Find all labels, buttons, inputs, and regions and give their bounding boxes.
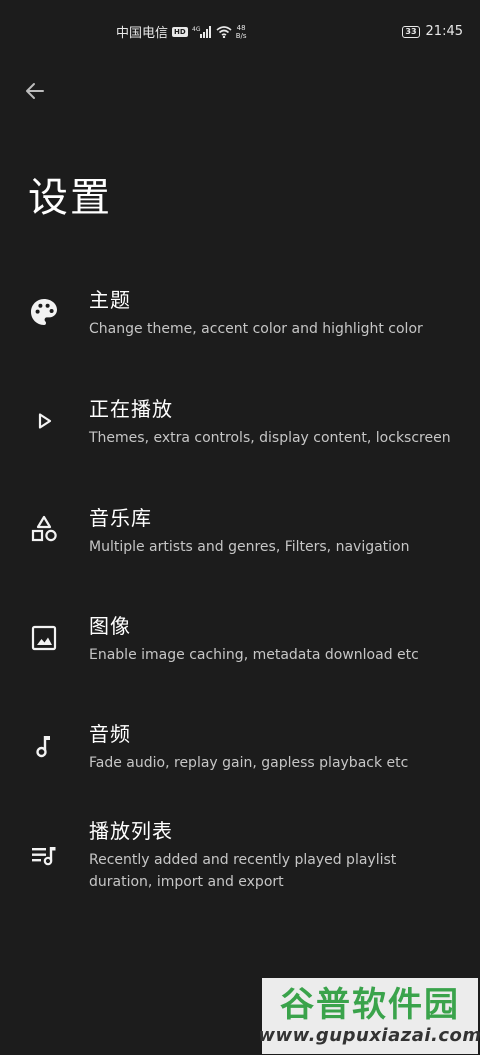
- watermark: 谷普软件园 www.gupuxiazai.com: [258, 978, 480, 1054]
- signal-label: 4G: [192, 26, 201, 33]
- setting-item-playlists[interactable]: 播放列表 Recently added and recently played …: [0, 815, 480, 897]
- status-bar: 中国电信 HD 4G 48 B/s 33 21:45: [0, 0, 480, 64]
- setting-desc-now-playing: Themes, extra controls, display content,…: [89, 430, 451, 446]
- palette-icon: [28, 296, 60, 328]
- watermark-url: www.gupuxiazai.com: [258, 1025, 480, 1046]
- setting-desc-playlists: Recently added and recently played playl…: [89, 852, 397, 890]
- setting-desc-library: Multiple artists and genres, Filters, na…: [89, 539, 410, 555]
- setting-item-library[interactable]: 音乐库 Multiple artists and genres, Filters…: [0, 502, 480, 572]
- setting-title-playlists: 播放列表: [89, 819, 173, 843]
- setting-desc-audio: Fade audio, replay gain, gapless playbac…: [89, 755, 409, 771]
- battery-icon: 33: [402, 25, 420, 38]
- setting-desc-theme: Change theme, accent color and highlight…: [89, 321, 423, 337]
- net-speed-value: 48: [236, 23, 246, 32]
- wifi-icon: [216, 26, 232, 38]
- setting-desc-images: Enable image caching, metadata download …: [89, 647, 419, 663]
- setting-title-library: 音乐库: [89, 506, 152, 530]
- net-speed-unit: B/s: [235, 31, 247, 40]
- setting-item-now-playing[interactable]: 正在播放 Themes, extra controls, display con…: [0, 393, 480, 463]
- setting-item-images[interactable]: 图像 Enable image caching, metadata downlo…: [0, 610, 480, 680]
- setting-title-audio: 音频: [89, 722, 131, 746]
- arrow-left-icon: [26, 83, 44, 99]
- back-button[interactable]: [20, 76, 50, 106]
- image-icon: [28, 622, 60, 654]
- music-note-icon: [28, 730, 60, 762]
- battery-level: 33: [405, 26, 417, 36]
- playlist-icon: [28, 839, 60, 871]
- setting-item-theme[interactable]: 主题 Change theme, accent color and highli…: [0, 284, 480, 354]
- setting-title-now-playing: 正在播放: [89, 397, 173, 421]
- clock: 21:45: [425, 24, 463, 39]
- status-right: 33 21:45: [402, 24, 463, 39]
- carrier-label: 中国电信: [116, 26, 169, 41]
- shapes-icon: [28, 513, 60, 545]
- setting-item-audio[interactable]: 音频 Fade audio, replay gain, gapless play…: [0, 718, 480, 788]
- status-left: 中国电信 HD 4G 48 B/s: [116, 22, 247, 42]
- page-title: 设置: [28, 175, 112, 221]
- setting-title-images: 图像: [89, 614, 131, 638]
- watermark-title: 谷普软件园: [280, 985, 460, 1025]
- setting-title-theme: 主题: [89, 288, 131, 312]
- play-icon: [28, 405, 60, 437]
- net-speed: 48 B/s: [236, 24, 247, 40]
- hd-badge: HD: [172, 26, 188, 37]
- signal-icon: 4G: [192, 26, 211, 38]
